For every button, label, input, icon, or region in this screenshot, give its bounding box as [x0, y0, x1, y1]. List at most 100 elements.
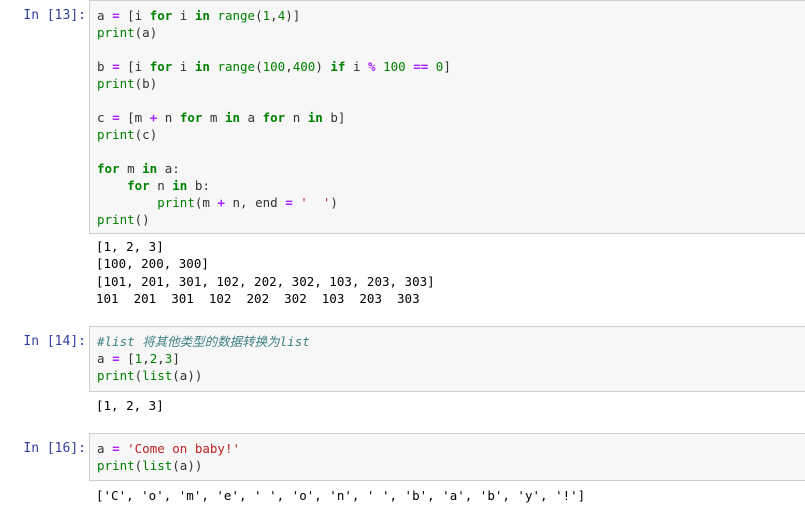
code-token: print	[97, 25, 135, 40]
code-line: for m in a:	[97, 160, 805, 177]
code-token: ]	[172, 351, 180, 366]
output-line: 101 201 301 102 202 302 103 203 303	[96, 291, 435, 307]
code-line: b = [i for i in range(100,400) if i % 10…	[97, 58, 805, 75]
code-token: (a)	[134, 25, 158, 40]
code-token: =	[112, 110, 120, 125]
input-prompt: In [14]:	[23, 334, 86, 349]
code-token: =	[112, 8, 120, 23]
code-line: c = [m + n for m in a for n in b]	[97, 109, 805, 126]
code-token: in	[307, 110, 323, 125]
code-token: i	[172, 59, 195, 74]
code-token: a	[97, 8, 113, 23]
code-line: a = 'Come on baby!'	[97, 440, 805, 457]
code-token: ==	[413, 59, 429, 74]
input-prompt: In [16]:	[23, 441, 86, 456]
code-token: ,	[270, 8, 278, 23]
code-token: a	[97, 351, 113, 366]
code-token: ]	[443, 59, 451, 74]
code-token: +	[217, 195, 225, 210]
code-token: 100	[262, 59, 286, 74]
code-line: a = [1,2,3]	[97, 350, 805, 367]
code-token: a	[97, 441, 113, 456]
code-line: for n in b:	[97, 177, 805, 194]
code-token: ' '	[300, 195, 331, 210]
code-token: for	[127, 178, 150, 193]
code-token: for	[262, 110, 286, 125]
code-token: for	[149, 59, 173, 74]
code-token: a	[240, 110, 263, 125]
code-token: (	[255, 8, 263, 23]
code-token: print	[97, 127, 135, 142]
code-token: ()	[134, 212, 150, 227]
code-token: list	[142, 368, 173, 383]
code-token: %	[368, 59, 376, 74]
code-token: )	[330, 195, 338, 210]
code-token: b	[97, 59, 113, 74]
code-token: 100	[383, 59, 406, 74]
code-line: print(list(a))	[97, 367, 805, 384]
code-token: (b)	[134, 76, 158, 91]
code-input[interactable]: a = [i for i in range(1,4)] print(a) b = […	[89, 0, 805, 234]
cell-output: [1, 2, 3]	[96, 397, 796, 414]
code-line: print(list(a))	[97, 457, 805, 474]
code-token: in	[224, 110, 241, 125]
code-token: in	[142, 161, 158, 176]
notebook: In [13]: a = [i for i in range(1,4)] prin…	[0, 0, 805, 509]
output-line: ['C', 'o', 'm', 'e', ' ', 'o', 'n', ' ',…	[96, 488, 586, 503]
code-token: print	[97, 212, 135, 227]
code-token: ,	[142, 351, 150, 366]
code-token: (a))	[172, 368, 203, 383]
code-token: 'Come on baby!'	[127, 441, 241, 456]
code-token: )	[315, 59, 331, 74]
code-token: #list 将其他类型的数据转换为list	[97, 334, 310, 349]
code-token: range	[217, 8, 256, 23]
code-token: (m	[194, 195, 218, 210]
code-line: #list 将其他类型的数据转换为list	[97, 333, 805, 350]
code-token: m	[202, 110, 225, 125]
code-token: )]	[285, 8, 301, 23]
code-line: a = [i for i in range(1,4)]	[97, 7, 805, 24]
code-token: i	[345, 59, 369, 74]
code-token: (	[255, 59, 263, 74]
output-line: [101, 201, 301, 102, 202, 302, 103, 203,…	[96, 273, 435, 289]
code-token: print	[97, 458, 135, 473]
code-token: print	[97, 368, 135, 383]
code-token: n	[285, 110, 308, 125]
code-token: range	[217, 59, 256, 74]
code-token: ,	[285, 59, 293, 74]
code-token: [	[119, 351, 135, 366]
code-input[interactable]: #list 将其他类型的数据转换为list a = [1,2,3] print(li…	[89, 326, 805, 392]
code-token: a:	[157, 161, 180, 176]
code-token: b]	[322, 110, 346, 125]
output-line: [100, 200, 300]	[96, 256, 209, 272]
output-line: [1, 2, 3]	[96, 398, 164, 413]
code-token: print	[97, 76, 135, 91]
code-token: in	[194, 8, 210, 23]
code-token: (c)	[134, 127, 158, 142]
code-line: print(a)	[97, 24, 805, 41]
code-token: i	[172, 8, 195, 23]
code-token: (a))	[172, 458, 203, 473]
code-token: n	[149, 178, 173, 193]
code-input[interactable]: a = 'Come on baby!' print(list(a))	[89, 433, 805, 481]
code-token: in	[194, 59, 210, 74]
code-token: =	[112, 351, 120, 366]
code-line: print()	[97, 211, 805, 228]
code-token: [m	[119, 110, 150, 125]
code-token: 400	[292, 59, 316, 74]
code-token: n	[157, 110, 180, 125]
code-token: if	[330, 59, 346, 74]
code-token: b:	[187, 178, 210, 193]
code-line: print(m + n, end = ' ')	[97, 194, 805, 211]
code-token: for	[97, 161, 120, 176]
code-token: =	[285, 195, 293, 210]
code-line: print(b)	[97, 75, 805, 92]
